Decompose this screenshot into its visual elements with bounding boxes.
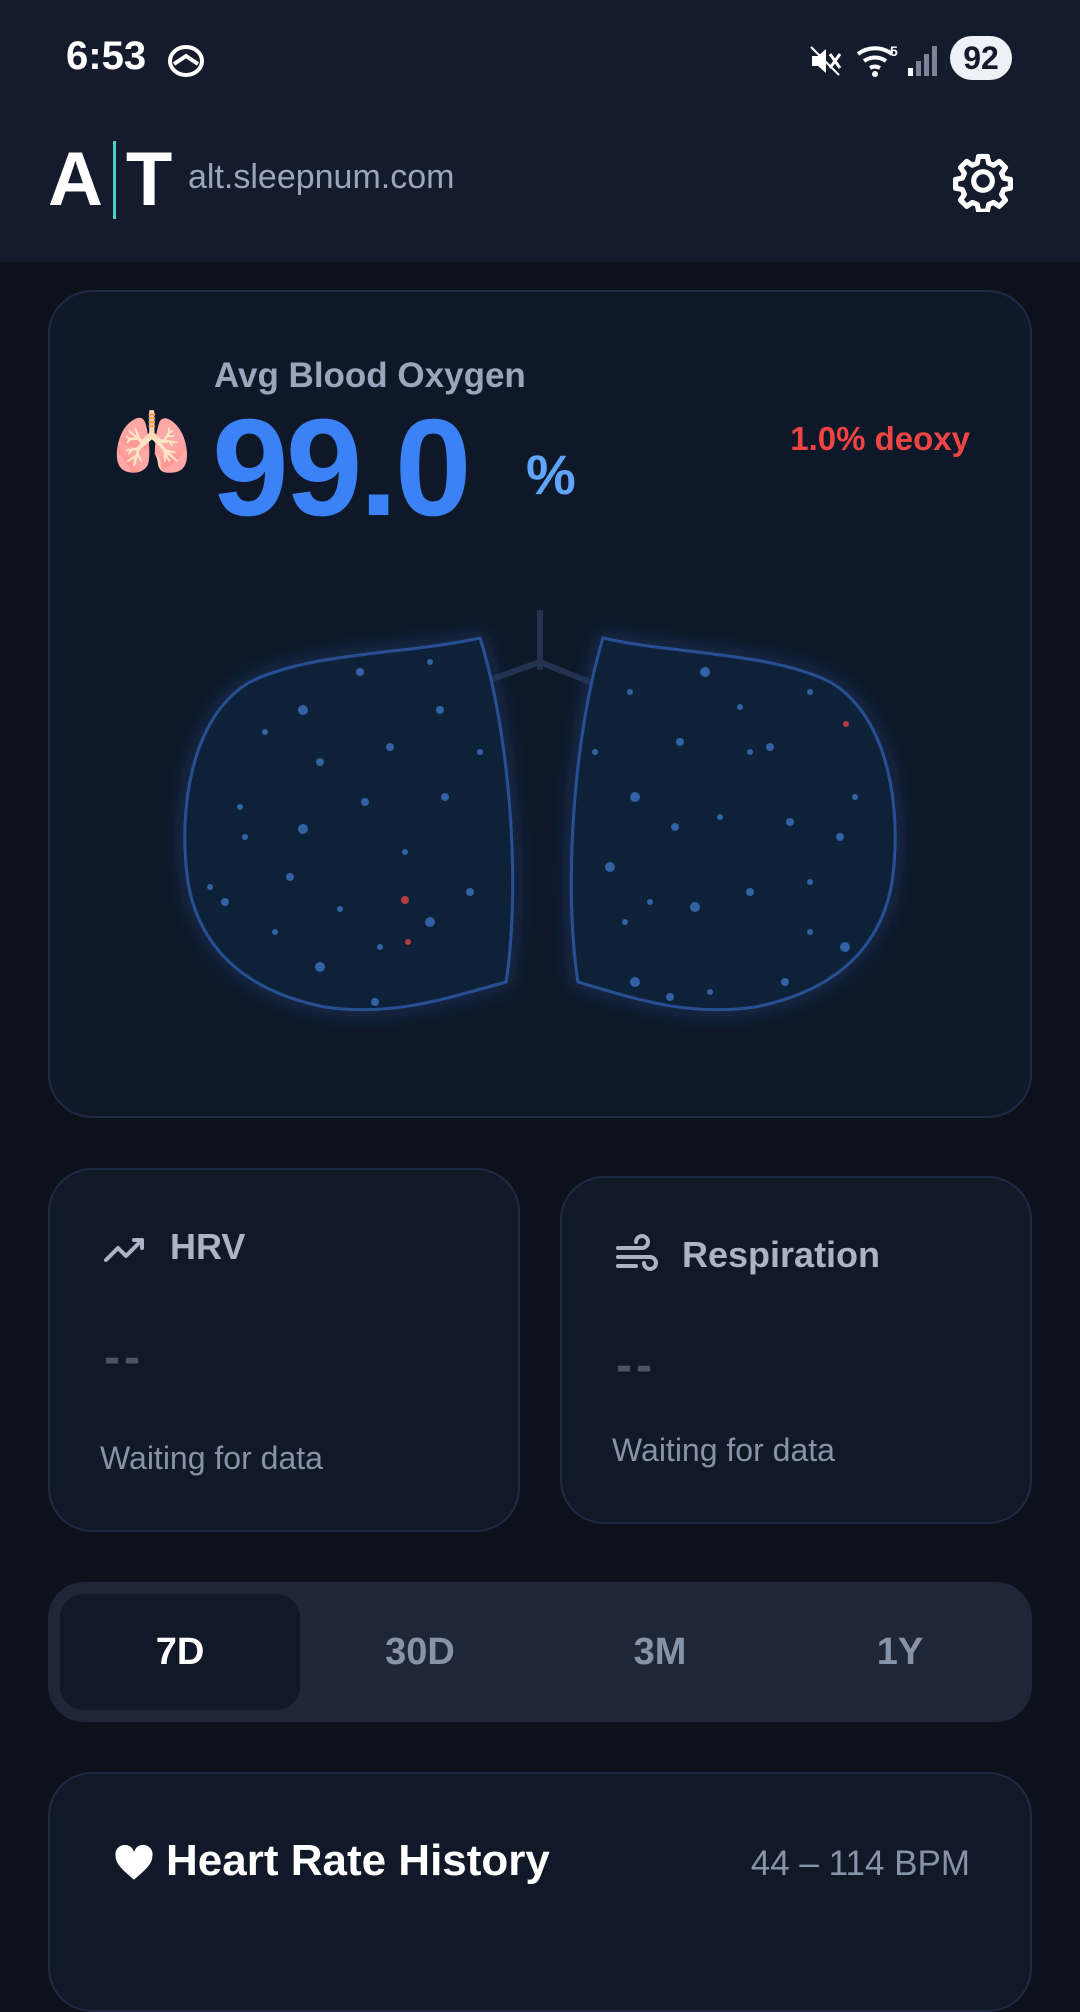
hrv-title: HRV — [170, 1226, 246, 1267]
status-bar: 6:53 5 92 — [0, 0, 1080, 110]
wind-icon — [616, 1234, 658, 1271]
logo-letter-t: T — [125, 137, 173, 222]
range-option-7d[interactable]: 7D — [60, 1594, 300, 1710]
range-option-30d[interactable]: 30D — [300, 1594, 540, 1710]
hrv-status: Waiting for data — [100, 1440, 323, 1476]
battery-level: 92 — [950, 36, 1012, 80]
range-option-1y[interactable]: 1Y — [780, 1594, 1020, 1710]
range-option-3m[interactable]: 3M — [540, 1594, 780, 1710]
lungs-visualization — [183, 610, 897, 1012]
site-domain: alt.sleepnum.com — [188, 158, 455, 196]
mute-icon — [810, 46, 842, 76]
signal-icon — [908, 46, 937, 76]
respiration-card[interactable]: Respiration -- Waiting for data — [560, 1176, 1032, 1524]
logo-letter-a: A — [48, 137, 103, 222]
heart-rate-range: 44 – 114 BPM — [750, 1844, 970, 1883]
vpn-icon — [168, 45, 204, 77]
app-header: A T alt.sleepnum.com — [0, 110, 1080, 262]
respiration-status: Waiting for data — [612, 1432, 835, 1468]
time-range-selector: 7D 30D 3M 1Y — [48, 1582, 1032, 1722]
gear-icon[interactable] — [952, 150, 1014, 212]
left-lung-shape — [183, 636, 515, 1012]
trend-line-icon — [104, 1238, 144, 1262]
hrv-value: -- — [104, 1331, 144, 1384]
heart-icon — [115, 1844, 153, 1880]
status-time: 6:53 — [66, 34, 147, 78]
respiration-value: -- — [616, 1339, 656, 1392]
heart-rate-history-card[interactable]: Heart Rate History 44 – 114 BPM — [48, 1772, 1032, 2012]
app-logo[interactable]: A T — [48, 138, 172, 222]
respiration-title: Respiration — [682, 1234, 881, 1275]
hrv-card[interactable]: HRV -- Waiting for data — [48, 1168, 520, 1532]
right-lung-shape — [569, 636, 897, 1012]
network-type-label: 5 — [890, 43, 898, 59]
blood-oxygen-card[interactable]: 🫁 Avg Blood Oxygen 99.0 % 1.0% deoxy — [48, 290, 1032, 1118]
heart-rate-history-title: Heart Rate History — [166, 1836, 550, 1885]
wifi-icon: 5 — [856, 43, 898, 77]
logo-divider — [112, 141, 116, 219]
